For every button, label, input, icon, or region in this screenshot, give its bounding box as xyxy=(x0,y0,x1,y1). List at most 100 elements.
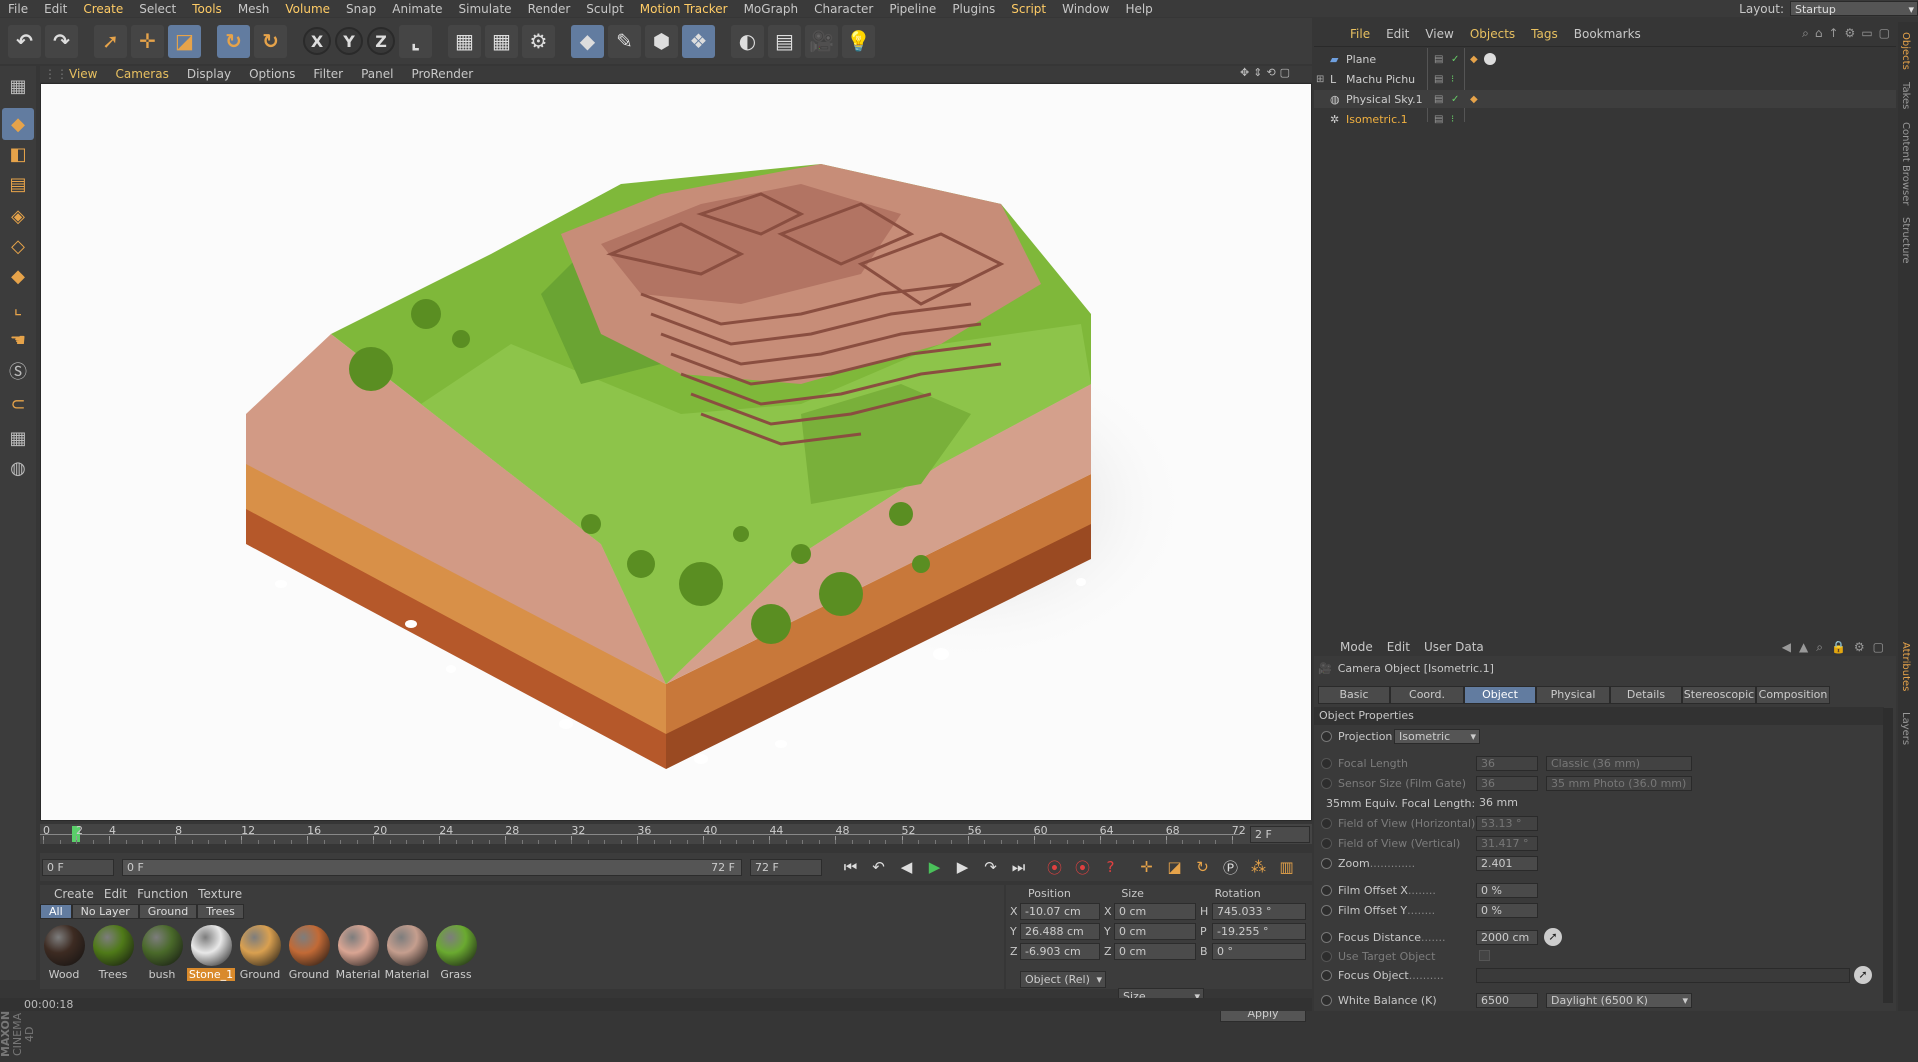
strip-tab-structure[interactable]: Structure xyxy=(1900,217,1911,264)
animate-dot[interactable] xyxy=(1321,884,1332,896)
render-settings-icon[interactable]: ⚙ xyxy=(522,24,555,58)
key-parameter-icon[interactable]: Ⓟ xyxy=(1218,855,1243,880)
menu-script[interactable]: Script xyxy=(1003,2,1054,16)
use-target-checkbox[interactable] xyxy=(1479,950,1490,961)
floor-icon[interactable]: ▤ xyxy=(768,24,801,58)
recent-tool-icon[interactable]: ↻ xyxy=(254,24,287,58)
up-arrow-icon[interactable]: ▲ xyxy=(1799,640,1808,655)
zoom-field[interactable]: 2.401 xyxy=(1476,856,1538,871)
menu-window[interactable]: Window xyxy=(1054,2,1117,16)
rotation-field[interactable]: -19.255 ° xyxy=(1212,923,1306,940)
projection-dropdown[interactable]: Isometric ▾ xyxy=(1394,729,1480,744)
coordinate-system-icon[interactable]: ⌞ xyxy=(399,24,432,58)
play-icon[interactable]: ▶ xyxy=(922,855,947,880)
strip-tab-objects[interactable]: Objects xyxy=(1900,32,1911,70)
viewport-menu-options[interactable]: Options xyxy=(240,67,304,81)
goto-start-icon[interactable]: ⏮ xyxy=(838,855,863,880)
autokey-icon[interactable]: ⦿ xyxy=(1070,855,1095,880)
object-menu-view[interactable]: View xyxy=(1417,27,1461,41)
pick-object-icon[interactable]: ➚ xyxy=(1854,966,1872,984)
position-field[interactable]: -10.07 cm xyxy=(1020,903,1100,920)
sky-tag-icon[interactable]: ◆ xyxy=(1470,94,1478,105)
home-icon[interactable]: ⌂ xyxy=(1815,26,1823,41)
array-icon[interactable]: ❖ xyxy=(682,24,715,58)
timeline[interactable]: 2 F 0 2 4 8 12 16 20 24 28 32 36 40 44 48 52 56 60 64 68 72 xyxy=(40,824,1312,844)
menu-character[interactable]: Character xyxy=(806,2,881,16)
grid-lock-icon[interactable]: ▦ xyxy=(2,422,34,454)
object-name[interactable]: Machu Pichu xyxy=(1346,73,1426,86)
coordinate-mode-dropdown[interactable]: Object (Rel) ▾ xyxy=(1020,971,1106,988)
prev-key-icon[interactable]: ↶ xyxy=(866,855,891,880)
key-pla-icon[interactable]: ⁂ xyxy=(1246,855,1271,880)
timeline-window-icon[interactable]: ▥ xyxy=(1274,855,1299,880)
snap-icon[interactable]: Ⓢ xyxy=(2,355,34,387)
film-offset-x-field[interactable]: 0 % xyxy=(1476,883,1538,898)
goto-end-icon[interactable]: ⏭ xyxy=(1006,855,1031,880)
viewport-menu-cameras[interactable]: Cameras xyxy=(106,67,177,81)
scale-icon[interactable]: ◪ xyxy=(168,24,201,58)
strip-tab-layers[interactable]: Layers xyxy=(1900,712,1911,745)
material-filter-trees[interactable]: Trees xyxy=(197,903,244,919)
subdivision-icon[interactable]: ⬢ xyxy=(645,24,678,58)
object-name[interactable]: Physical Sky.1 xyxy=(1346,93,1426,106)
menu-motion-tracker[interactable]: Motion Tracker xyxy=(632,2,736,16)
viewport-menu-display[interactable]: Display xyxy=(178,67,240,81)
object-row[interactable]: ⊞ L Machu Pichu ▤ ⁝ xyxy=(1314,70,1896,88)
size-field[interactable]: 0 cm xyxy=(1114,943,1196,960)
lock-icon[interactable]: 🔒 xyxy=(1831,640,1846,655)
object-row[interactable]: ▰ Plane ▤ ✓ ◆ xyxy=(1314,50,1896,68)
material-filter-all[interactable]: All xyxy=(40,903,72,919)
material-menu-edit[interactable]: Edit xyxy=(104,887,137,901)
maximize-icon[interactable]: ▢ xyxy=(1873,640,1884,655)
white-balance-field[interactable]: 6500 xyxy=(1476,993,1538,1008)
position-field[interactable]: -6.903 cm xyxy=(1020,943,1100,960)
key-position-icon[interactable]: ✛ xyxy=(1134,855,1159,880)
deformer-icon[interactable]: ◐ xyxy=(731,24,764,58)
menu-mograph[interactable]: MoGraph xyxy=(736,2,807,16)
menu-edit[interactable]: Edit xyxy=(36,2,75,16)
material-filter-no-layer[interactable]: No Layer xyxy=(71,903,139,919)
tab-composition[interactable]: Composition xyxy=(1756,686,1830,704)
strip-tab-content-browser[interactable]: Content Browser xyxy=(1900,122,1911,205)
viewport-menu-prorender[interactable]: ProRender xyxy=(402,67,482,81)
minimize-icon[interactable]: ▭ xyxy=(1861,26,1872,41)
menu-simulate[interactable]: Simulate xyxy=(451,2,520,16)
texture-mode-icon[interactable]: ◧ xyxy=(2,138,34,170)
material-item[interactable]: Stone_1 xyxy=(186,925,236,981)
tag-icon[interactable]: ◆ xyxy=(1470,54,1478,65)
make-editable-icon[interactable]: ▦ xyxy=(2,70,34,102)
rotate-icon[interactable]: ↻ xyxy=(217,24,250,58)
object-menu-bookmarks[interactable]: Bookmarks xyxy=(1566,27,1649,41)
material-menu-create[interactable]: Create xyxy=(54,887,104,901)
soft-selection-icon[interactable]: ◍ xyxy=(2,452,34,484)
visibility-icon[interactable]: ▤ xyxy=(1434,114,1443,125)
pick-icon[interactable]: ➚ xyxy=(1544,928,1562,946)
animate-dot[interactable] xyxy=(1321,730,1332,742)
material-item[interactable]: Ground xyxy=(238,925,282,981)
viewport-menu-view[interactable]: View xyxy=(60,67,106,81)
material-tag-icon[interactable] xyxy=(1484,53,1496,65)
undo-icon[interactable]: ↶ xyxy=(8,24,41,58)
animate-dot[interactable] xyxy=(1321,931,1332,943)
material-menu-function[interactable]: Function xyxy=(137,887,198,901)
object-name[interactable]: Plane xyxy=(1346,53,1426,66)
object-row[interactable]: ◍ Physical Sky.1 ▤ ✓ ◆ xyxy=(1314,90,1896,108)
y-axis-icon[interactable]: Y xyxy=(335,27,363,55)
menu-snap[interactable]: Snap xyxy=(338,2,384,16)
edges-mode-icon[interactable]: ◇ xyxy=(2,230,34,262)
visibility-icon[interactable]: ▤ xyxy=(1434,74,1443,85)
film-offset-y-field[interactable]: 0 % xyxy=(1476,903,1538,918)
check-icon[interactable]: ✓ xyxy=(1451,54,1459,65)
points-mode-icon[interactable]: ◈ xyxy=(2,200,34,232)
position-field[interactable]: 26.488 cm xyxy=(1020,923,1100,940)
menu-tools[interactable]: Tools xyxy=(184,2,230,16)
animate-dot[interactable] xyxy=(1321,857,1332,869)
model-mode-icon[interactable]: ◆ xyxy=(2,108,34,140)
focus-object-link[interactable] xyxy=(1476,968,1850,983)
keyframe-selection-icon[interactable]: ? xyxy=(1098,855,1123,880)
frame-range-slider[interactable]: 0 F 72 F xyxy=(122,858,742,876)
check-icon[interactable]: ✓ xyxy=(1451,94,1459,105)
menu-plugins[interactable]: Plugins xyxy=(944,2,1003,16)
live-selection-icon[interactable]: ➚ xyxy=(94,24,127,58)
attribute-menu-edit[interactable]: Edit xyxy=(1387,640,1424,654)
